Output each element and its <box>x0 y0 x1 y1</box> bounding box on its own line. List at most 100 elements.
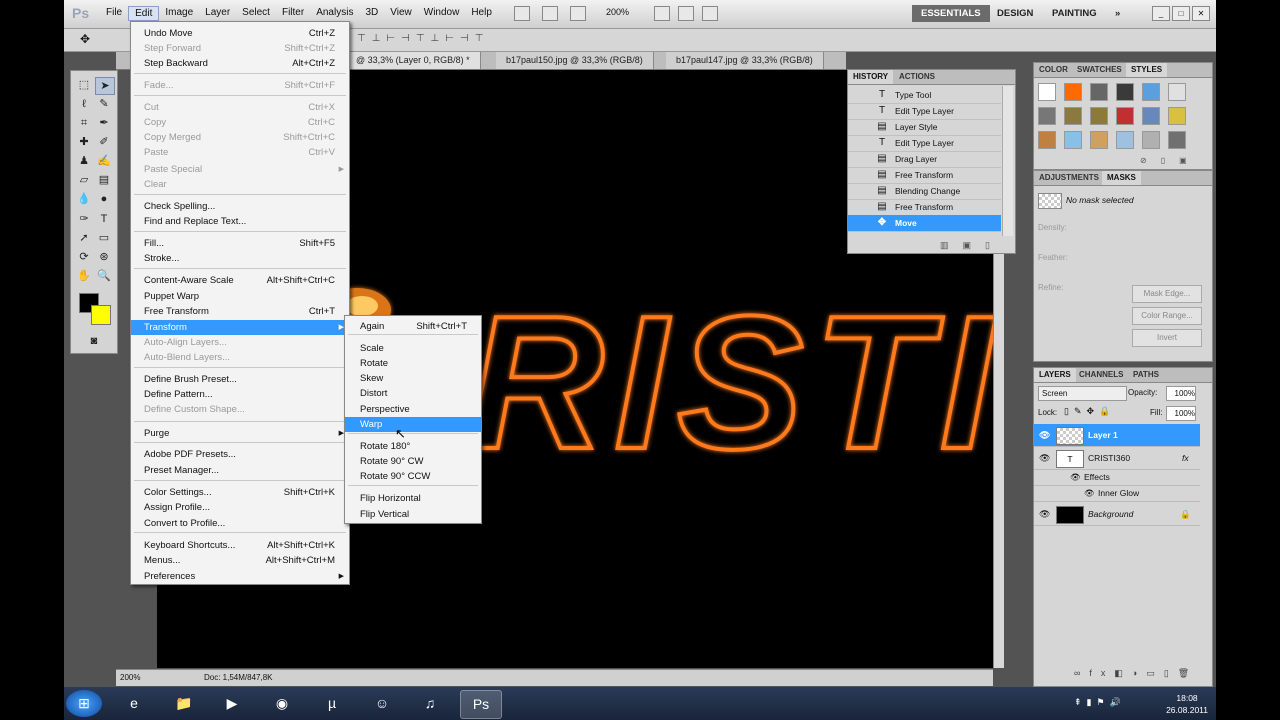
edit-menu-item-preferences[interactable]: Preferences ▶ <box>131 569 349 584</box>
edit-menu-item-menus[interactable]: Menus... Alt+Shift+Ctrl+M <box>131 553 349 568</box>
history-scrollbar[interactable] <box>1002 86 1013 236</box>
clock[interactable]: 18:08 26.08.2011 <box>1166 692 1208 716</box>
menu-analysis[interactable]: Analysis <box>310 6 359 21</box>
marquee-tool-icon[interactable]: ⬚ <box>75 77 93 93</box>
chrome-icon[interactable]: ◉ <box>262 690 302 717</box>
3d-orbit-icon[interactable]: ⊛ <box>95 249 113 265</box>
move-tool-icon[interactable]: ➤ <box>95 77 115 95</box>
transform-item-warp[interactable]: Warp <box>345 417 481 432</box>
styles-footer-icons[interactable]: ⊘▯▣ <box>1140 156 1201 165</box>
style-swatch[interactable] <box>1064 83 1082 101</box>
style-swatch[interactable] <box>1142 107 1160 125</box>
mask-edge-button[interactable]: Mask Edge... <box>1132 285 1202 303</box>
transform-item-rotate-90-cw[interactable]: Rotate 90° CW <box>345 454 481 469</box>
style-swatch[interactable] <box>1168 83 1186 101</box>
style-swatch[interactable] <box>1116 107 1134 125</box>
stamp-icon[interactable]: ♟ <box>75 153 93 169</box>
layer-row-background[interactable]: 👁 Background 🔒 <box>1034 503 1200 526</box>
lock-icons[interactable]: ▯✎✥🔒 <box>1064 406 1115 417</box>
screen-mode-icon[interactable] <box>702 6 718 21</box>
tab-actions[interactable]: ACTIONS <box>894 70 940 84</box>
history-item[interactable]: T Edit Type Layer <box>848 135 1001 152</box>
crop-tool-icon[interactable]: ⌗ <box>75 115 93 131</box>
menu-edit[interactable]: Edit <box>128 6 160 21</box>
yahoo-messenger-icon[interactable]: ☺ <box>362 690 402 717</box>
lasso-tool-icon[interactable]: ℓ <box>75 96 93 112</box>
edit-menu-item-preset-manager[interactable]: Preset Manager... <box>131 463 349 478</box>
layer-row-cristi360[interactable]: 👁 T CRISTI360 fx <box>1034 447 1200 470</box>
hand-tool-icon[interactable]: ✋ <box>75 268 93 284</box>
extras-icon[interactable] <box>570 6 586 21</box>
tab-adjustments[interactable]: ADJUSTMENTS <box>1034 171 1104 185</box>
edit-menu-item-define-brush-preset[interactable]: Define Brush Preset... <box>131 372 349 387</box>
style-swatch[interactable] <box>1090 83 1108 101</box>
mini-bridge-icon[interactable] <box>542 6 558 21</box>
workspace-design[interactable]: DESIGN <box>988 5 1042 22</box>
history-item[interactable]: ▤ Free Transform <box>848 167 1001 184</box>
type-tool-icon[interactable]: T <box>95 211 113 227</box>
quick-select-icon[interactable]: ✎ <box>95 96 113 112</box>
history-item[interactable]: ▤ Free Transform <box>848 199 1001 216</box>
tab-channels[interactable]: CHANNELS <box>1074 368 1128 382</box>
style-swatch[interactable] <box>1168 131 1186 149</box>
tab-masks[interactable]: MASKS <box>1102 171 1141 185</box>
blur-icon[interactable]: 💧 <box>75 191 93 207</box>
media-player-icon[interactable]: ▶ <box>212 690 252 717</box>
arrange-icon[interactable] <box>678 6 694 21</box>
menu-image[interactable]: Image <box>159 6 199 21</box>
blend-mode-select[interactable]: Screen <box>1038 386 1127 401</box>
layer-row-layer1[interactable]: 👁 Layer 1 <box>1034 424 1200 447</box>
utorrent-icon[interactable]: µ <box>312 690 352 717</box>
bridge-icon[interactable] <box>514 6 530 21</box>
layers-footer-icons[interactable]: ∞fx◧◑▭▯🗑 <box>1074 668 1198 679</box>
transform-item-distort[interactable]: Distort <box>345 386 481 401</box>
effects-row[interactable]: 👁 Effects <box>1034 470 1200 486</box>
tab-active-document[interactable]: @ 33,3% (Layer 0, RGB/8) * <box>346 52 481 69</box>
tab-styles[interactable]: STYLES <box>1126 63 1168 77</box>
path-select-icon[interactable]: ➚ <box>75 230 93 246</box>
edit-menu-item-puppet-warp[interactable]: Puppet Warp <box>131 289 349 304</box>
move-tool-icon[interactable]: ✥ <box>80 32 90 46</box>
style-swatch[interactable] <box>1090 107 1108 125</box>
internet-explorer-icon[interactable]: e <box>114 690 154 717</box>
workspace-more[interactable]: » <box>1106 5 1129 22</box>
menu-select[interactable]: Select <box>236 6 276 21</box>
maximize-icon[interactable]: □ <box>1172 6 1190 21</box>
brush-icon[interactable]: ✐ <box>95 134 113 150</box>
edit-menu-item-purge[interactable]: Purge ▶ <box>131 426 349 441</box>
style-swatch[interactable] <box>1038 107 1056 125</box>
shape-icon[interactable]: ▭ <box>95 230 113 246</box>
eye-icon[interactable]: 👁 <box>1084 486 1095 501</box>
opacity-input[interactable]: 100% <box>1166 386 1196 401</box>
transform-item-flip-horizontal[interactable]: Flip Horizontal <box>345 491 481 506</box>
tab-color[interactable]: COLOR <box>1034 63 1073 77</box>
style-swatch[interactable] <box>1142 131 1160 149</box>
history-item-selected[interactable]: ✥ Move <box>848 215 1001 232</box>
history-item[interactable]: T Edit Type Layer <box>848 103 1001 120</box>
tab-b17paul147[interactable]: b17paul147.jpg @ 33,3% (RGB/8) <box>666 52 824 69</box>
transform-item-perspective[interactable]: Perspective <box>345 402 481 417</box>
winamp-icon[interactable]: ♫ <box>410 690 450 717</box>
style-swatch[interactable] <box>1116 83 1134 101</box>
edit-menu-item-check-spelling[interactable]: Check Spelling... <box>131 199 349 214</box>
fill-input[interactable]: 100% <box>1166 406 1196 421</box>
explorer-folder-icon[interactable]: 📁 <box>164 690 204 717</box>
edit-menu-item-assign-profile[interactable]: Assign Profile... <box>131 500 349 515</box>
workspace-painting[interactable]: PAINTING <box>1043 5 1106 22</box>
transform-item-skew[interactable]: Skew <box>345 371 481 386</box>
background-color-swatch[interactable] <box>91 305 111 325</box>
3d-rotate-icon[interactable]: ⟳ <box>75 249 93 265</box>
style-swatch[interactable] <box>1142 83 1160 101</box>
transform-item-again[interactable]: Again Shift+Ctrl+T <box>345 319 481 334</box>
edit-menu-item-define-pattern[interactable]: Define Pattern... <box>131 387 349 402</box>
hand-icon[interactable] <box>654 6 670 21</box>
style-swatch[interactable] <box>1168 107 1186 125</box>
pen-icon[interactable]: ✑ <box>75 211 93 227</box>
eraser-icon[interactable]: ▱ <box>75 172 93 188</box>
style-swatch[interactable] <box>1038 131 1056 149</box>
edit-menu-item-undo-move[interactable]: Undo Move Ctrl+Z <box>131 26 349 41</box>
edit-menu-item-stroke[interactable]: Stroke... <box>131 251 349 266</box>
style-swatch[interactable] <box>1038 83 1056 101</box>
inner-glow-row[interactable]: 👁 Inner Glow <box>1034 486 1200 502</box>
history-item[interactable]: T Type Tool <box>848 87 1001 104</box>
